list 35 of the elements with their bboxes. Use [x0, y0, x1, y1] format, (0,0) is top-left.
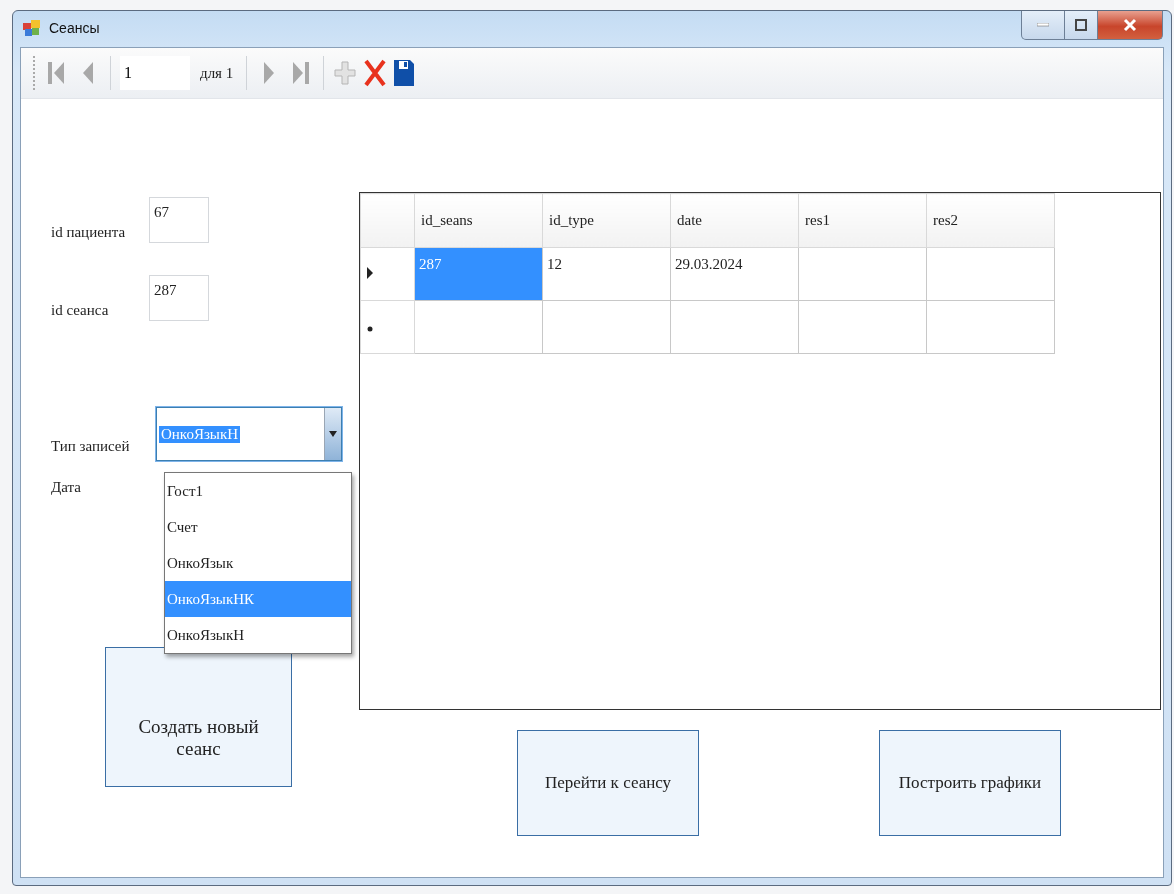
- app-icon: [23, 19, 41, 37]
- action-button[interactable]: Построить графики: [879, 730, 1061, 836]
- dropdown-option[interactable]: Счет: [165, 509, 351, 545]
- delete-icon[interactable]: [363, 58, 388, 88]
- save-icon[interactable]: [393, 59, 416, 87]
- table-cell: 12: [542, 247, 671, 301]
- dropdown-option[interactable]: ОнкоЯзык: [165, 545, 351, 581]
- close-button[interactable]: [1098, 11, 1163, 40]
- table-cell: 29.03.2024: [670, 247, 799, 301]
- maximize-button[interactable]: [1065, 11, 1098, 40]
- record-count: для 1: [199, 64, 235, 82]
- position-field[interactable]: 1: [120, 56, 190, 90]
- dropdown-option[interactable]: Гост1: [165, 473, 351, 509]
- minimize-icon: [1037, 23, 1049, 27]
- maximize-icon: [1075, 19, 1087, 31]
- dropdown-arrow-icon: [329, 431, 337, 437]
- create-session-button[interactable]: Создать новый сеанс: [105, 647, 292, 787]
- column-header[interactable]: res1: [798, 193, 927, 248]
- table-cell: 287: [414, 247, 543, 301]
- text-field[interactable]: 287: [149, 275, 209, 321]
- column-header[interactable]: date: [670, 193, 799, 248]
- action-button[interactable]: Перейти к сеансу: [517, 730, 699, 836]
- field-label: Тип записей: [51, 438, 131, 456]
- field-label: id сеанса: [51, 300, 110, 319]
- field-label: Дата: [51, 478, 82, 496]
- close-icon: [1123, 18, 1137, 32]
- field-label: id пациента: [51, 222, 127, 241]
- column-header[interactable]: res2: [926, 193, 1055, 248]
- new-row-icon: [367, 325, 373, 332]
- minimize-button[interactable]: [1021, 11, 1065, 40]
- text-field[interactable]: 67: [149, 197, 209, 243]
- column-header[interactable]: id_seans: [414, 193, 543, 248]
- column-header[interactable]: id_type: [542, 193, 671, 248]
- current-row-icon: [367, 266, 373, 279]
- window-title: Сеансы: [49, 20, 100, 36]
